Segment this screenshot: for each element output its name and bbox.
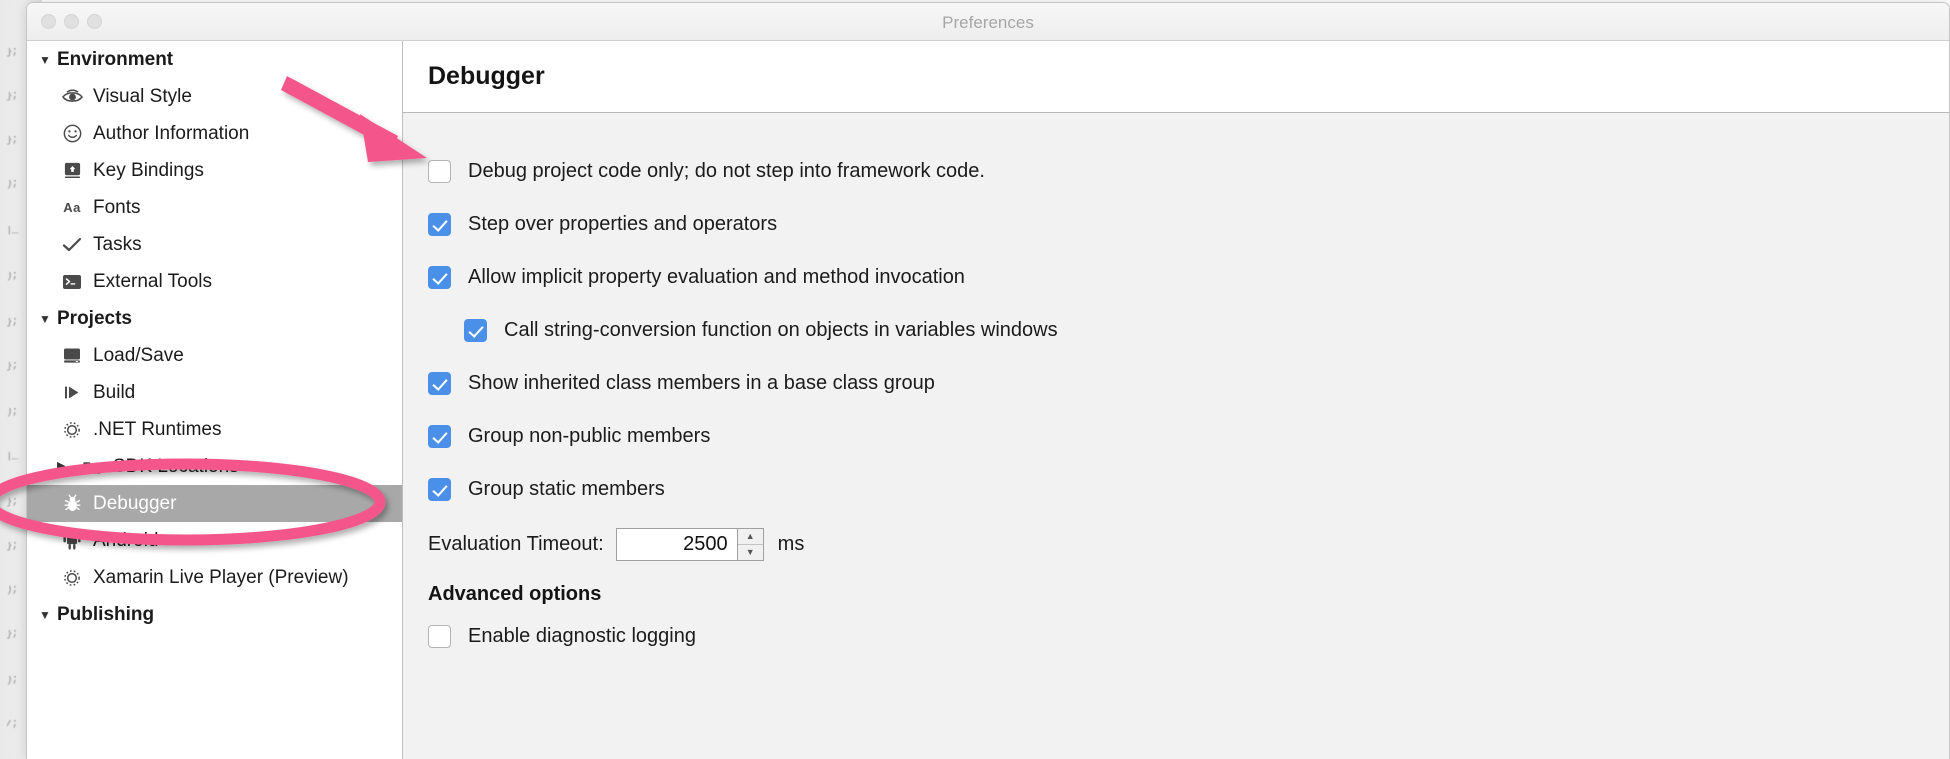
preferences-main-panel: Debugger Debug project code only; do not… xyxy=(403,41,1949,759)
advanced-options-heading: Advanced options xyxy=(428,583,602,605)
evaluation-timeout-row: Evaluation Timeout: ▲ ▼ ms xyxy=(428,518,1949,570)
sidebar-item-label: SDK Locations xyxy=(113,455,239,477)
checkbox-call-string-conversion[interactable] xyxy=(464,319,487,342)
sidebar-group-publishing[interactable]: ▼ Publishing xyxy=(27,596,402,633)
option-row-group-non-public-members[interactable]: Group non-public members xyxy=(428,410,1949,463)
page-title: Debugger xyxy=(428,62,545,90)
option-label: Allow implicit property evaluation and m… xyxy=(468,266,965,288)
option-label: Group static members xyxy=(468,478,665,500)
preferences-sidebar[interactable]: ▼ Environment Visual Style Author Inform… xyxy=(27,41,403,759)
sidebar-item-key-bindings[interactable]: Key Bindings xyxy=(27,152,402,189)
option-row-show-inherited-class-members[interactable]: Show inherited class members in a base c… xyxy=(428,357,1949,410)
sidebar-item-android[interactable]: Android xyxy=(27,522,402,559)
option-label: Step over properties and operators xyxy=(468,213,778,235)
checkbox-group-static-members[interactable] xyxy=(428,478,451,501)
sidebar-item-sdk-locations[interactable]: ▶ SDK Locations xyxy=(27,448,402,485)
gear-icon xyxy=(57,420,87,440)
chevron-down-icon: ▼ xyxy=(39,311,51,326)
stepper-up-icon[interactable]: ▲ xyxy=(737,529,763,545)
checkmark-icon xyxy=(57,237,87,253)
sidebar-item-label: Xamarin Live Player (Preview) xyxy=(93,566,349,588)
aa-text-icon: Aa xyxy=(63,200,81,215)
sidebar-item-label: Fonts xyxy=(93,196,141,218)
main-panel-content: Debug project code only; do not step int… xyxy=(403,113,1949,663)
evaluation-timeout-stepper[interactable]: ▲ ▼ xyxy=(736,528,763,560)
sidebar-item-tasks[interactable]: Tasks xyxy=(27,226,402,263)
sidebar-item-visual-style[interactable]: Visual Style xyxy=(27,78,402,115)
evaluation-timeout-control[interactable]: ▲ ▼ xyxy=(615,527,764,561)
sidebar-item-label: .NET Runtimes xyxy=(93,418,222,440)
sidebar-group-label: Publishing xyxy=(57,603,155,625)
sidebar-item-label: External Tools xyxy=(93,270,212,292)
chevron-right-icon[interactable]: ▶ xyxy=(57,461,77,472)
disk-icon xyxy=(57,347,87,364)
eye-icon xyxy=(57,89,87,104)
sidebar-item-label: Key Bindings xyxy=(93,159,204,181)
main-panel-header: Debugger xyxy=(403,41,1949,113)
evaluation-timeout-input[interactable] xyxy=(616,528,737,560)
option-row-enable-diagnostic-logging[interactable]: Enable diagnostic logging xyxy=(428,610,1949,663)
sidebar-item-load-save[interactable]: Load/Save xyxy=(27,337,402,374)
option-label: Debug project code only; do not step int… xyxy=(468,160,985,182)
folder-icon xyxy=(77,459,107,475)
bug-icon xyxy=(57,494,87,513)
sidebar-item-label: Build xyxy=(93,381,136,403)
option-label: Call string-conversion function on objec… xyxy=(504,319,1058,341)
checkbox-allow-implicit-property-evaluation[interactable] xyxy=(428,266,451,289)
checkbox-step-over-properties[interactable] xyxy=(428,213,451,236)
evaluation-timeout-unit: ms xyxy=(777,532,805,555)
checkbox-group-non-public-members[interactable] xyxy=(428,425,451,448)
smiley-icon xyxy=(57,124,87,143)
chevron-down-icon: ▼ xyxy=(39,52,51,67)
checkbox-show-inherited-class-members[interactable] xyxy=(428,372,451,395)
option-row-debug-project-code-only[interactable]: Debug project code only; do not step int… xyxy=(428,145,1949,198)
sidebar-item-external-tools[interactable]: External Tools xyxy=(27,263,402,300)
sidebar-item-debugger[interactable]: Debugger xyxy=(27,485,402,522)
keyboard-icon xyxy=(57,161,87,180)
option-row-allow-implicit-property-evaluation[interactable]: Allow implicit property evaluation and m… xyxy=(428,251,1949,304)
evaluation-timeout-label: Evaluation Timeout: xyxy=(428,532,604,555)
terminal-icon xyxy=(57,274,87,290)
option-label: Show inherited class members in a base c… xyxy=(468,372,935,394)
window-titlebar: Preferences xyxy=(27,3,1949,41)
sidebar-group-projects[interactable]: ▼ Projects xyxy=(27,300,402,337)
stepper-down-icon[interactable]: ▼ xyxy=(738,545,763,560)
sidebar-group-environment[interactable]: ▼ Environment xyxy=(27,41,402,78)
option-row-call-string-conversion[interactable]: Call string-conversion function on objec… xyxy=(428,304,1949,357)
sidebar-item-author-information[interactable]: Author Information xyxy=(27,115,402,152)
sidebar-group-label: Projects xyxy=(57,307,132,329)
checkbox-enable-diagnostic-logging[interactable] xyxy=(428,625,451,648)
option-row-group-static-members[interactable]: Group static members xyxy=(428,463,1949,516)
sidebar-item-label: Author Information xyxy=(93,122,250,144)
sidebar-item-label: Load/Save xyxy=(93,344,184,366)
sidebar-item-net-runtimes[interactable]: .NET Runtimes xyxy=(27,411,402,448)
checkbox-debug-project-code-only[interactable] xyxy=(428,160,451,183)
sidebar-item-label: Visual Style xyxy=(93,85,192,107)
window-body: ▼ Environment Visual Style Author Inform… xyxy=(27,41,1949,759)
gear-icon xyxy=(57,568,87,588)
option-label: Enable diagnostic logging xyxy=(468,625,696,647)
screenshot-root: }; }; }; ); |_ ); }; }; ); |_ }; }; ); }… xyxy=(0,0,1950,759)
chevron-down-icon: ▼ xyxy=(39,607,51,622)
sidebar-group-label: Environment xyxy=(57,48,174,70)
sidebar-item-fonts[interactable]: Aa Fonts xyxy=(27,189,402,226)
preferences-window: Preferences ▼ Environment Visual Style A… xyxy=(26,2,1950,759)
play-icon xyxy=(57,384,87,401)
sidebar-item-label: Debugger xyxy=(93,492,177,514)
sidebar-item-build[interactable]: Build xyxy=(27,374,402,411)
sidebar-item-xamarin-live-player[interactable]: Xamarin Live Player (Preview) xyxy=(27,559,402,596)
option-row-step-over-properties[interactable]: Step over properties and operators xyxy=(428,198,1949,251)
sidebar-item-label: Tasks xyxy=(93,233,142,255)
android-icon xyxy=(57,531,87,550)
window-title: Preferences xyxy=(942,13,1034,32)
option-label: Group non-public members xyxy=(468,425,711,447)
sidebar-item-label: Android xyxy=(93,529,159,551)
